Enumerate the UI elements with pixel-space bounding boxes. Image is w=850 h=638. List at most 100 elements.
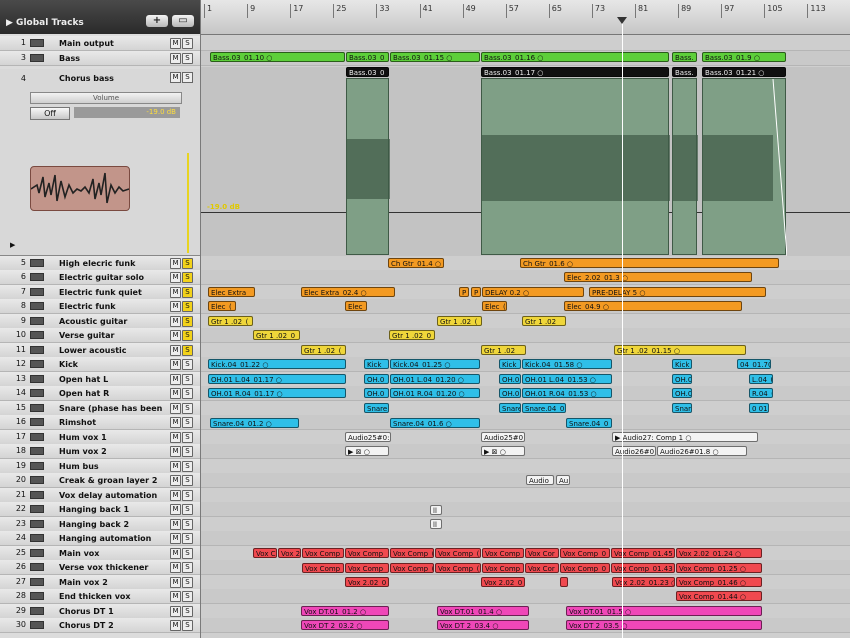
region-clip[interactable]: L.04_01.6 xyxy=(749,374,773,384)
region-clip[interactable]: OH.0 xyxy=(499,388,521,398)
track-name[interactable]: Hanging back 2 xyxy=(59,520,165,529)
region-clip[interactable]: Snare.04_01.2 ○ xyxy=(210,418,299,428)
solo-button[interactable]: S xyxy=(182,606,193,617)
region-clip[interactable]: Vox Comp_01.25 ○ xyxy=(676,563,762,573)
region-clip[interactable]: ll xyxy=(430,505,442,515)
track-name[interactable]: Main output xyxy=(59,39,165,48)
track-name[interactable]: Chorus DT 1 xyxy=(59,607,165,616)
track-header[interactable]: 9Acoustic guitarMS xyxy=(0,314,200,329)
region-clip[interactable]: Vox DT 2_03.5 ○ xyxy=(566,620,762,630)
track-header[interactable]: 29Chorus DT 1MS xyxy=(0,604,200,619)
region-clip[interactable]: Gtr 1 .02_0 xyxy=(253,330,300,340)
region-clip[interactable]: Vox Comp_0 xyxy=(560,548,610,558)
mute-button[interactable]: M xyxy=(170,620,181,631)
track-header[interactable]: 13Open hat LMS xyxy=(0,372,200,387)
region-clip[interactable]: OH.0 xyxy=(364,388,389,398)
mute-button[interactable]: M xyxy=(170,577,181,588)
track-name[interactable]: Open hat L xyxy=(59,375,165,384)
region-clip[interactable]: Ch Gtr_01.6 ○ xyxy=(520,258,779,268)
mute-button[interactable]: M xyxy=(170,591,181,602)
region-clip[interactable]: Gtr 1 .02_( xyxy=(208,316,253,326)
solo-button[interactable]: S xyxy=(182,301,193,312)
solo-button[interactable]: S xyxy=(182,316,193,327)
mute-button[interactable]: M xyxy=(170,316,181,327)
track-lane[interactable] xyxy=(201,270,850,285)
track-name[interactable]: Chorus bass xyxy=(59,74,114,83)
track-name[interactable]: Electric funk xyxy=(59,302,165,311)
region-clip[interactable]: Bass.03_01.10 ○ xyxy=(210,52,345,62)
region-clip[interactable]: OH.0 xyxy=(672,374,692,384)
solo-button[interactable]: S xyxy=(182,519,193,530)
region-clip[interactable]: ▶ ⊠ ○ xyxy=(345,446,389,456)
track-lane[interactable] xyxy=(201,517,850,532)
track-header[interactable]: 8Electric funkMS xyxy=(0,299,200,314)
volume-db-field[interactable]: -19.0 dB xyxy=(74,107,180,118)
track-name[interactable]: Creak & groan layer 2 xyxy=(59,476,165,485)
track-header[interactable]: 15Snare (phase has been fl...MS xyxy=(0,401,200,416)
track-lane[interactable] xyxy=(201,459,850,474)
solo-button[interactable]: S xyxy=(182,548,193,559)
region-clip[interactable]: Bass. xyxy=(672,52,697,62)
solo-button[interactable]: S xyxy=(182,591,193,602)
audio-region-waveform[interactable] xyxy=(702,78,786,255)
region-clip[interactable]: Gtr 1 .02_( xyxy=(301,345,346,355)
track-view-button[interactable]: ▭ xyxy=(172,15,194,27)
region-clip[interactable]: Elec Extra_ xyxy=(208,287,255,297)
track-lane[interactable] xyxy=(201,444,850,459)
region-clip[interactable]: Snare xyxy=(364,403,389,413)
region-clip[interactable]: Snare xyxy=(672,403,692,413)
solo-button[interactable]: S xyxy=(182,53,193,64)
region-clip[interactable]: Kick xyxy=(672,359,692,369)
region-clip[interactable]: OH.01 L.04_01.20 ○ xyxy=(390,374,480,384)
region-clip[interactable]: Vox Comp_( xyxy=(390,563,434,573)
solo-button[interactable]: S xyxy=(182,461,193,472)
region-clip[interactable]: Vox 2.02_01.24 ○ xyxy=(676,548,762,558)
region-clip[interactable]: Kick xyxy=(364,359,389,369)
audio-region-waveform[interactable] xyxy=(346,78,389,255)
track-header[interactable]: 17Hum vox 1MS xyxy=(0,430,200,445)
region-clip[interactable]: Vox Comp_( xyxy=(435,563,481,573)
region-clip[interactable]: Gtr 1 .02_ xyxy=(522,316,566,326)
region-clip[interactable]: Vox Cor xyxy=(525,563,559,573)
mute-button[interactable]: M xyxy=(170,272,181,283)
track-header[interactable]: 5High elecric funkMS xyxy=(0,256,200,271)
solo-button[interactable]: S xyxy=(182,577,193,588)
track-lane[interactable] xyxy=(201,531,850,546)
region-clip[interactable]: Vox Comp_( xyxy=(302,548,344,558)
mute-button[interactable]: M xyxy=(170,446,181,457)
region-clip[interactable]: Audio xyxy=(526,475,554,485)
region-clip[interactable]: Bass. xyxy=(672,67,697,77)
region-clip[interactable]: OH.0 xyxy=(672,388,692,398)
track-header[interactable]: 16RimshotMS xyxy=(0,415,200,430)
region-clip[interactable]: Elec_( xyxy=(482,301,507,311)
region-clip[interactable]: Bass.03_01.21 ○ xyxy=(702,67,786,77)
region-clip[interactable]: Vox 2.02_0 xyxy=(481,577,525,587)
solo-button[interactable]: S xyxy=(182,330,193,341)
region-clip[interactable]: Vox Comp xyxy=(482,563,524,573)
track-header[interactable]: 21Vox delay automationMS xyxy=(0,488,200,503)
mute-button[interactable]: M xyxy=(170,330,181,341)
region-clip[interactable]: P xyxy=(459,287,469,297)
region-clip[interactable]: Elec_04.9 ○ xyxy=(564,301,742,311)
solo-button[interactable]: S xyxy=(182,504,193,515)
region-clip[interactable]: Audio25#0 xyxy=(481,432,525,442)
region-clip[interactable]: OH.0 xyxy=(364,374,389,384)
playhead-marker-icon[interactable] xyxy=(617,17,627,24)
solo-button[interactable]: S xyxy=(182,446,193,457)
solo-button[interactable]: S xyxy=(182,388,193,399)
mute-button[interactable]: M xyxy=(170,403,181,414)
track-name[interactable]: Chorus DT 2 xyxy=(59,621,165,630)
region-clip[interactable]: Ch Gtr_01.4 ○ xyxy=(388,258,444,268)
solo-button[interactable]: S xyxy=(182,345,193,356)
region-clip[interactable]: Snare.04_0 xyxy=(522,403,566,413)
region-clip[interactable]: Vox DT.01_01.4 ○ xyxy=(437,606,529,616)
region-clip[interactable]: DELAY 0.2 ○ xyxy=(482,287,584,297)
solo-button[interactable]: S xyxy=(182,432,193,443)
region-clip[interactable]: Vox Comp_0 xyxy=(560,563,610,573)
track-header[interactable]: 20Creak & groan layer 2MS xyxy=(0,473,200,488)
track-name[interactable]: Hanging back 1 xyxy=(59,505,165,514)
region-clip[interactable]: Vox DT.01_01.5 ○ xyxy=(566,606,762,616)
region-clip[interactable]: OH.01 L.04_01.53 ○ xyxy=(522,374,612,384)
region-clip[interactable]: Audio26#0 xyxy=(612,446,656,456)
track-header[interactable]: 10Verse guitarMS xyxy=(0,328,200,343)
